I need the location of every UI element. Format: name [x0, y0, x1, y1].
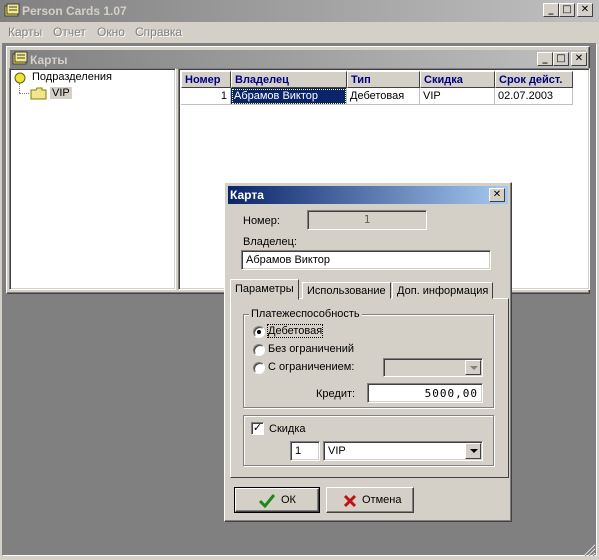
radio-debit[interactable] — [253, 326, 265, 338]
discount-combo[interactable]: VIP — [323, 441, 483, 461]
tree-node-icon — [14, 72, 26, 84]
child-maximize-icon[interactable]: □ — [553, 52, 569, 66]
number-label: Номер: — [243, 215, 280, 227]
close-icon[interactable]: ✕ — [577, 3, 593, 17]
ok-button-label: ОК — [281, 494, 296, 506]
solvency-group-title: Платежеспособность — [249, 308, 362, 320]
column-header-discount[interactable]: Скидка — [420, 71, 495, 88]
card-dialog-title: Карта — [230, 188, 264, 202]
tree-item-vip[interactable]: VIP — [50, 87, 72, 99]
column-header-number[interactable]: Номер — [181, 71, 231, 88]
table-cell-number[interactable]: 1 — [181, 88, 231, 105]
card-dialog-titlebar[interactable]: Карта ✕ — [228, 186, 508, 204]
number-field[interactable]: 1 — [307, 210, 427, 230]
discount-number-field[interactable]: 1 — [290, 441, 320, 461]
table-cell-type[interactable]: Дебетовая — [347, 88, 420, 105]
cards-app-icon — [4, 3, 20, 17]
child-minimize-icon[interactable]: _ — [537, 52, 553, 66]
departments-tree[interactable]: Подразделения VIP — [9, 68, 176, 290]
tab-extra-info[interactable]: Доп. информация — [392, 282, 494, 299]
app-titlebar[interactable]: Person Cards 1.07 _ □ ✕ — [0, 0, 599, 22]
radio-limited-label[interactable]: С ограничением: — [268, 361, 354, 373]
owner-label: Владелец: — [243, 236, 297, 248]
menu-cards[interactable]: Карты — [8, 25, 42, 39]
menu-help[interactable]: Справка — [135, 25, 182, 39]
table-cell-discount[interactable]: VIP — [420, 88, 495, 105]
tab-parameters[interactable]: Параметры — [230, 279, 299, 300]
tree-root-label[interactable]: Подразделения — [32, 71, 112, 83]
tree-connector — [19, 93, 29, 94]
minimize-icon[interactable]: _ — [543, 3, 559, 17]
cancel-button[interactable]: Отмена — [326, 487, 414, 513]
cards-window-titlebar[interactable]: Карты _ □ ✕ — [10, 50, 587, 69]
tree-connector — [19, 83, 20, 93]
app-title: Person Cards 1.07 — [22, 4, 127, 18]
table-cell-expiry[interactable]: 02.07.2003 — [495, 88, 573, 105]
chevron-down-icon[interactable] — [465, 360, 481, 375]
child-close-icon[interactable]: ✕ — [571, 52, 587, 66]
discount-combo-value: VIP — [328, 445, 346, 457]
discount-checkbox[interactable]: ✓ — [251, 422, 264, 435]
tab-usage[interactable]: Использование — [302, 282, 391, 299]
credit-field[interactable]: 5000,00 — [367, 383, 483, 403]
radio-debit-label[interactable]: Дебетовая — [266, 324, 324, 338]
menu-bar: Карты Отчет Окно Справка — [0, 22, 599, 42]
size-grip-icon[interactable] — [582, 543, 596, 557]
radio-limited[interactable] — [253, 362, 265, 374]
cross-icon — [343, 494, 357, 508]
folder-icon — [30, 87, 47, 100]
ok-button[interactable]: ОК — [234, 487, 320, 513]
cards-window-title: Карты — [30, 53, 68, 67]
dialog-close-icon[interactable]: ✕ — [489, 188, 505, 202]
table-cell-owner[interactable]: Абрамов Виктор — [231, 88, 347, 105]
menu-report[interactable]: Отчет — [53, 25, 86, 39]
maximize-icon[interactable]: □ — [559, 3, 575, 17]
column-header-owner[interactable]: Владелец — [231, 71, 347, 88]
checkmark-icon — [259, 494, 275, 508]
credit-label: Кредит: — [316, 388, 356, 400]
owner-field[interactable]: Абрамов Виктор — [241, 250, 491, 270]
menu-window[interactable]: Окно — [97, 25, 125, 39]
radio-unlimited[interactable] — [253, 344, 265, 356]
limit-combo[interactable] — [383, 358, 483, 377]
chevron-down-icon[interactable] — [465, 443, 481, 459]
discount-label[interactable]: Скидка — [269, 423, 306, 435]
column-header-expiry[interactable]: Срок дейст. — [495, 71, 573, 88]
column-header-type[interactable]: Тип — [347, 71, 420, 88]
cancel-button-label: Отмена — [362, 494, 402, 506]
cards-window-icon — [12, 51, 28, 65]
radio-unlimited-label[interactable]: Без ограничений — [268, 343, 354, 355]
